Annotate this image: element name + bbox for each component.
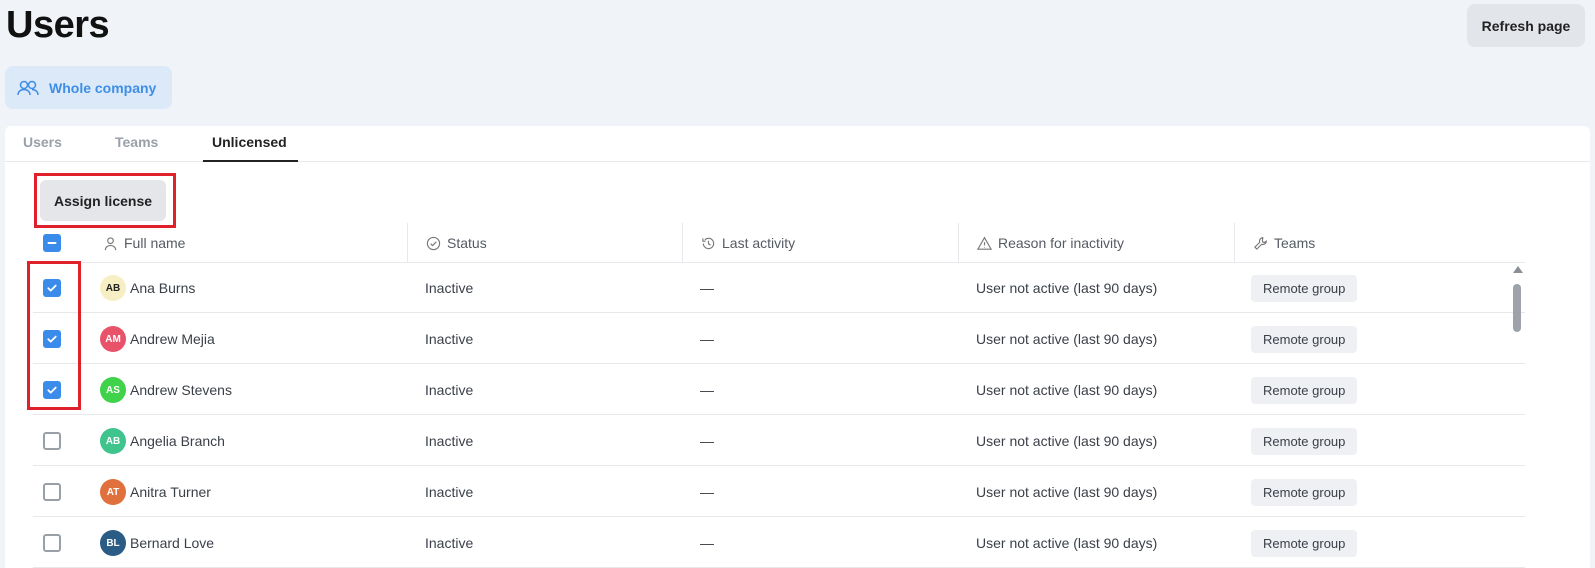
warning-icon (977, 236, 992, 250)
last-activity-cell: — (700, 331, 714, 347)
status-cell: Inactive (425, 484, 474, 500)
full-name-cell: AS Andrew Stevens (100, 365, 232, 415)
last-activity-cell: — (700, 280, 714, 296)
avatar: AS (100, 377, 126, 403)
select-all-cell (43, 223, 61, 263)
assign-license-button[interactable]: Assign license (40, 180, 166, 221)
row-checkbox[interactable] (43, 483, 61, 501)
vertical-scrollbar[interactable] (1512, 266, 1523, 566)
user-name[interactable]: Andrew Mejia (130, 331, 215, 347)
team-chip[interactable]: Remote group (1251, 376, 1358, 404)
avatar: AB (100, 275, 126, 301)
col-last-activity-label: Last activity (722, 235, 796, 251)
avatar: BL (100, 530, 126, 556)
last-activity-cell: — (700, 433, 714, 449)
table-row[interactable]: AB Ana Burns Inactive — User not active … (33, 263, 1525, 313)
team-chip[interactable]: Remote group (1251, 427, 1358, 455)
scope-label: Whole company (49, 79, 157, 96)
status-cell: Inactive (425, 382, 474, 398)
last-activity-cell: — (700, 484, 714, 500)
teams-cell: Remote group (1251, 416, 1358, 466)
col-reason[interactable]: Reason for inactivity (977, 223, 1124, 263)
avatar: AM (100, 326, 126, 352)
team-chip[interactable]: Remote group (1251, 325, 1358, 353)
user-name[interactable]: Bernard Love (130, 535, 214, 551)
person-icon (104, 236, 117, 250)
table-row[interactable]: BL Bernard Love Inactive — User not acti… (33, 518, 1525, 568)
col-teams-label: Teams (1274, 235, 1316, 251)
reason-cell: User not active (last 90 days) (976, 331, 1158, 347)
status-cell: Inactive (425, 280, 474, 296)
teams-cell: Remote group (1251, 365, 1358, 415)
team-chip[interactable]: Remote group (1251, 529, 1358, 557)
minus-icon (47, 242, 57, 244)
history-icon (702, 237, 715, 249)
table-row[interactable]: AM Andrew Mejia Inactive — User not acti… (33, 314, 1525, 364)
scroll-up-arrow-icon[interactable] (1513, 266, 1523, 273)
full-name-cell: AB Ana Burns (100, 263, 195, 313)
users-icon (17, 80, 39, 95)
reason-cell: User not active (last 90 days) (976, 535, 1158, 551)
teams-cell: Remote group (1251, 518, 1358, 568)
last-activity-cell: — (700, 382, 714, 398)
column-divider (1234, 223, 1235, 263)
team-chip[interactable]: Remote group (1251, 478, 1358, 506)
status-cell: Inactive (425, 433, 474, 449)
full-name-cell: AM Andrew Mejia (100, 314, 215, 364)
column-divider (407, 223, 408, 263)
selected-rows-highlight (27, 261, 81, 410)
scrollbar-thumb[interactable] (1513, 284, 1521, 332)
teams-cell: Remote group (1251, 467, 1358, 517)
user-name[interactable]: Ana Burns (130, 280, 195, 296)
col-teams[interactable]: Teams (1253, 223, 1315, 263)
check-circle-icon (426, 236, 441, 250)
col-status[interactable]: Status (426, 223, 487, 263)
users-card: Users Teams Unlicensed Assign license Fu… (5, 126, 1590, 568)
reason-cell: User not active (last 90 days) (976, 280, 1158, 296)
row-select-cell (43, 467, 61, 517)
full-name-cell: AT Anitra Turner (100, 467, 211, 517)
user-name[interactable]: Angelia Branch (130, 433, 225, 449)
col-reason-label: Reason for inactivity (998, 235, 1125, 251)
tab-bar: Users Teams Unlicensed (5, 126, 1590, 162)
col-full-name[interactable]: Full name (103, 223, 185, 263)
reason-cell: User not active (last 90 days) (976, 382, 1158, 398)
full-name-cell: AB Angelia Branch (100, 416, 225, 466)
status-cell: Inactive (425, 535, 474, 551)
row-checkbox[interactable] (43, 534, 61, 552)
column-divider (682, 223, 683, 263)
page-title: Users (6, 4, 110, 46)
reason-cell: User not active (last 90 days) (976, 484, 1158, 500)
row-checkbox[interactable] (43, 432, 61, 450)
tab-unlicensed[interactable]: Unlicensed (203, 134, 298, 162)
reason-cell: User not active (last 90 days) (976, 433, 1158, 449)
tab-teams[interactable]: Teams (115, 134, 158, 162)
teams-cell: Remote group (1251, 263, 1358, 313)
refresh-page-button[interactable]: Refresh page (1467, 4, 1585, 47)
row-select-cell (43, 518, 61, 568)
col-status-label: Status (447, 235, 487, 251)
table-header: Full name Status Last activity Reason fo… (33, 223, 1525, 263)
table-row[interactable]: AT Anitra Turner Inactive — User not act… (33, 467, 1525, 517)
user-name[interactable]: Anitra Turner (130, 484, 211, 500)
avatar: AB (100, 428, 126, 454)
status-cell: Inactive (425, 331, 474, 347)
col-last-activity[interactable]: Last activity (701, 223, 795, 263)
tab-users[interactable]: Users (23, 134, 62, 162)
teams-cell: Remote group (1251, 314, 1358, 364)
user-name[interactable]: Andrew Stevens (130, 382, 232, 398)
select-all-checkbox[interactable] (43, 234, 61, 252)
table-row[interactable]: AB Angelia Branch Inactive — User not ac… (33, 416, 1525, 466)
full-name-cell: BL Bernard Love (100, 518, 214, 568)
team-chip[interactable]: Remote group (1251, 274, 1358, 302)
column-divider (958, 223, 959, 263)
last-activity-cell: — (700, 535, 714, 551)
table-row[interactable]: AS Andrew Stevens Inactive — User not ac… (33, 365, 1525, 415)
col-full-name-label: Full name (124, 235, 186, 251)
avatar: AT (100, 479, 126, 505)
wrench-icon (1254, 236, 1267, 250)
scope-whole-company-button[interactable]: Whole company (5, 66, 172, 109)
row-select-cell (43, 416, 61, 466)
